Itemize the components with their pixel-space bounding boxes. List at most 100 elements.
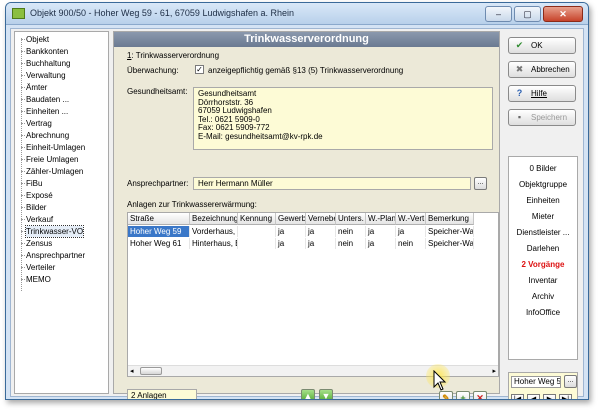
- first-record-button[interactable]: |◀: [511, 394, 524, 399]
- tree-item[interactable]: Ämter: [20, 82, 47, 93]
- table-cell[interactable]: nein: [396, 238, 426, 249]
- scroll-thumb[interactable]: [140, 367, 162, 375]
- tree-item[interactable]: Vertrag: [21, 118, 52, 129]
- tree-item[interactable]: Zähler-Umlagen: [20, 166, 83, 177]
- title-bar[interactable]: Objekt 900/50 - Hoher Weg 59 - 61, 67059…: [6, 3, 588, 25]
- table-cell[interactable]: Speicher-Was: [426, 238, 474, 249]
- table-cell[interactable]: nein: [336, 238, 366, 249]
- record-search-input[interactable]: Hoher Weg 59: [511, 376, 561, 388]
- delete-x-icon: ✕: [476, 393, 484, 400]
- column-header[interactable]: Bemerkung: [426, 213, 474, 225]
- previous-record-button[interactable]: ◀: [527, 394, 540, 399]
- ansprechpartner-field[interactable]: Herr Hermann Müller: [193, 177, 471, 190]
- tree-item[interactable]: Abrechnung: [20, 130, 69, 141]
- table-cell[interactable]: Hoher Weg 59: [128, 226, 190, 237]
- table-cell[interactable]: ja: [276, 238, 306, 249]
- tree-item[interactable]: Verwaltung: [21, 70, 66, 81]
- column-header[interactable]: Unters.: [336, 213, 366, 225]
- save-disk-icon: ▪: [517, 112, 522, 122]
- tree-item[interactable]: Buchhaltung: [20, 58, 70, 69]
- ueberwachung-checkbox[interactable]: ✓: [195, 65, 204, 74]
- tree-item[interactable]: Baudaten ...: [20, 94, 69, 105]
- last-record-button[interactable]: ▶|: [559, 394, 572, 399]
- edit-button[interactable]: ✎: [439, 391, 453, 399]
- delete-button[interactable]: ✕: [473, 391, 487, 400]
- move-up-button[interactable]: ▲: [301, 389, 315, 400]
- ansprechpartner-browse-button[interactable]: ...: [474, 177, 487, 190]
- tree-item[interactable]: Verkauf: [20, 214, 53, 225]
- related-link[interactable]: Objektgruppe: [509, 179, 577, 191]
- close-button[interactable]: ✕: [543, 6, 583, 22]
- ueberwachung-text: anzeigepflichtig gemäß §13 (5) Trinkwass…: [208, 66, 404, 75]
- ansprechpartner-label: Ansprechpartner:: [127, 179, 189, 188]
- column-header[interactable]: Bezeichnung: [190, 213, 238, 225]
- main-window: Objekt 900/50 - Hoher Weg 59 - 61, 67059…: [5, 2, 589, 400]
- gesundheitsamt-field[interactable]: Gesundheitsamt Dörrhorststr. 36 67059 Ludw…: [193, 87, 493, 150]
- scroll-right-icon[interactable]: ▸: [492, 367, 496, 375]
- related-link[interactable]: Archiv: [509, 291, 577, 303]
- tree-item[interactable]: Ansprechpartner: [20, 250, 85, 261]
- column-header[interactable]: Straße: [128, 213, 190, 225]
- abbrechen-button[interactable]: ✖ Abbrechen: [508, 61, 576, 78]
- column-header[interactable]: W.-Plan: [366, 213, 396, 225]
- speichern-button[interactable]: ▪ Speichern: [508, 109, 576, 126]
- anlagen-table[interactable]: StraßeBezeichnungKennungGewerbeVernebelU…: [127, 212, 499, 377]
- anlagen-label: Anlagen zur Trinkwassererwärmung:: [127, 200, 257, 209]
- related-link[interactable]: Inventar: [509, 275, 577, 287]
- move-down-button[interactable]: ▼: [319, 389, 333, 399]
- add-button[interactable]: +: [456, 391, 470, 399]
- column-header[interactable]: Kennung: [238, 213, 276, 225]
- ueberwachung-label: Überwachung:: [127, 66, 179, 75]
- tree-item[interactable]: Objekt: [20, 34, 49, 45]
- tree-item[interactable]: Bilder: [20, 202, 46, 213]
- related-link[interactable]: Mieter: [509, 211, 577, 223]
- section-header: 1: Trinkwasserverordnung: [127, 51, 219, 60]
- scroll-left-icon[interactable]: ◂: [130, 367, 134, 375]
- table-cell[interactable]: ja: [366, 226, 396, 237]
- tree-item[interactable]: Verteiler: [20, 262, 55, 273]
- related-link[interactable]: InfoOffice: [509, 307, 577, 319]
- tree-item[interactable]: MEMO: [21, 274, 51, 285]
- tree-item[interactable]: Einheiten ...: [20, 106, 68, 117]
- table-cell[interactable]: [238, 238, 276, 249]
- abbrechen-label: Abbrechen: [531, 65, 570, 74]
- table-cell[interactable]: Speicher-Was: [426, 226, 474, 237]
- table-cell[interactable]: nein: [336, 226, 366, 237]
- table-cell[interactable]: [238, 226, 276, 237]
- next-record-button[interactable]: ▶: [543, 394, 556, 399]
- app-icon: [12, 8, 25, 19]
- table-cell[interactable]: Hoher Weg 61: [128, 238, 190, 249]
- table-cell[interactable]: ja: [396, 226, 426, 237]
- arrow-up-icon: ▲: [303, 391, 313, 400]
- tree-item[interactable]: Bankkonten: [20, 46, 68, 57]
- right-panel: ✔ OK ✖ Abbrechen ? Hilfe ▪ Speichern 0 Bilde…: [504, 31, 582, 399]
- table-cell[interactable]: ja: [306, 226, 336, 237]
- column-header[interactable]: Gewerbe: [276, 213, 306, 225]
- table-cell[interactable]: ja: [276, 226, 306, 237]
- tree-item[interactable]: Einheit-Umlagen: [20, 142, 85, 153]
- column-header[interactable]: Vernebel: [306, 213, 336, 225]
- related-link[interactable]: Darlehen: [509, 243, 577, 255]
- related-link[interactable]: 2 Vorgänge: [509, 259, 577, 271]
- table-cell[interactable]: ja: [366, 238, 396, 249]
- table-cell[interactable]: Vorderhaus,: [190, 226, 238, 237]
- table-cell[interactable]: ja: [306, 238, 336, 249]
- tree-item[interactable]: Trinkwasser-VO: [20, 225, 85, 238]
- tree-item[interactable]: Exposé: [21, 190, 53, 201]
- related-links-list: 0 Bilder Objektgruppe Einheiten Mieter Diens…: [508, 156, 578, 360]
- tree-item[interactable]: Zensus: [20, 238, 52, 249]
- column-header[interactable]: W.-Vert: [396, 213, 426, 225]
- hilfe-label: Hilfe: [531, 89, 548, 98]
- record-browse-button[interactable]: ...: [564, 375, 577, 388]
- minimize-button[interactable]: –: [485, 6, 512, 22]
- navigation-tree[interactable]: Objekt Bankkonten Buchhaltung Verwaltung Ämt…: [14, 31, 109, 394]
- maximize-button[interactable]: ▢: [514, 6, 541, 22]
- ok-button[interactable]: ✔ OK: [508, 37, 576, 54]
- related-link[interactable]: Dienstleister ...: [509, 227, 577, 239]
- tree-item[interactable]: Freie Umlagen: [20, 154, 78, 165]
- tree-item[interactable]: FiBu: [20, 178, 42, 189]
- hilfe-button[interactable]: ? Hilfe: [508, 85, 576, 102]
- related-link[interactable]: Einheiten: [509, 195, 577, 207]
- related-link[interactable]: 0 Bilder: [509, 163, 577, 175]
- table-cell[interactable]: Hinterhaus, E: [190, 238, 238, 249]
